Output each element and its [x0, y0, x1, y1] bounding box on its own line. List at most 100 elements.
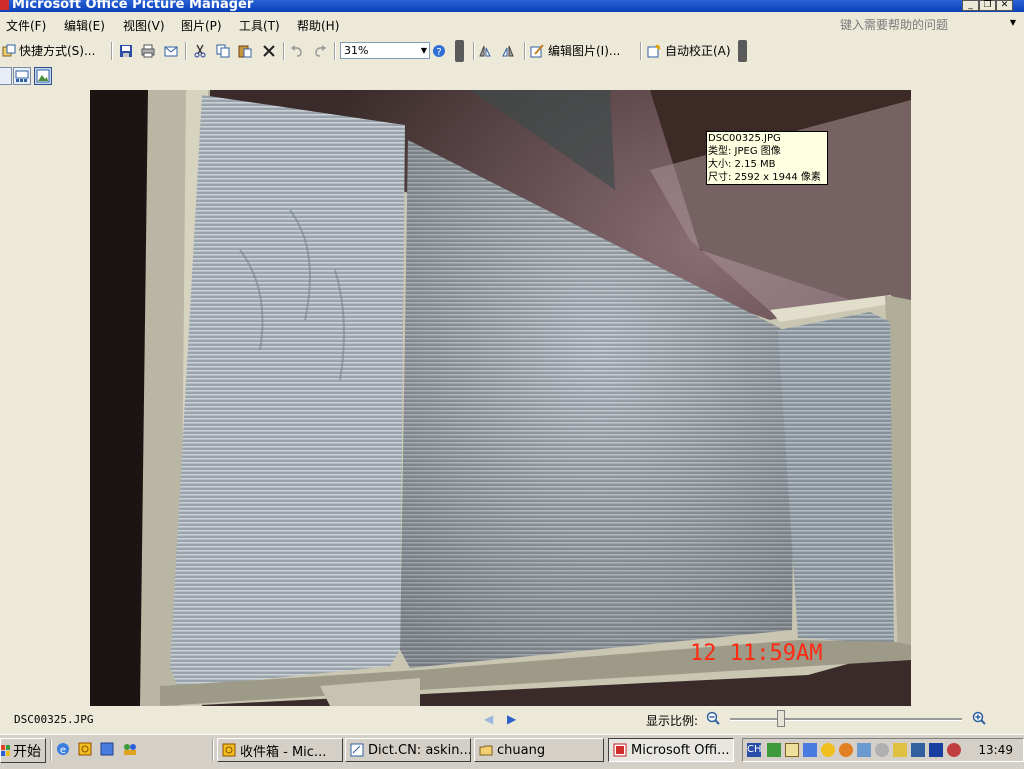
- chevron-down-icon[interactable]: ▼: [421, 43, 427, 58]
- help-question-box[interactable]: 键入需要帮助的问题 ▼: [840, 16, 1016, 33]
- outlook-icon[interactable]: [78, 742, 92, 756]
- toolbar-options-grip[interactable]: [455, 40, 464, 62]
- menu-help[interactable]: 帮助(H): [297, 17, 339, 34]
- internet-explorer-icon[interactable]: e: [56, 742, 70, 756]
- network-icon[interactable]: [767, 743, 781, 757]
- view-bar: [0, 64, 1024, 88]
- taskbar-separator: [212, 739, 214, 761]
- paste-icon: [238, 45, 252, 57]
- internet-explorer-icon: [350, 743, 364, 757]
- next-picture-icon[interactable]: ▶: [507, 712, 516, 726]
- menu-tools[interactable]: 工具(T): [239, 17, 280, 34]
- zoom-in-icon[interactable]: [972, 711, 987, 726]
- task-label: 收件箱 - Mic...: [240, 744, 327, 760]
- language-icon[interactable]: CH: [747, 743, 762, 757]
- redo-button[interactable]: [313, 42, 327, 59]
- task-chuang-folder[interactable]: chuang: [474, 738, 604, 762]
- zoom-out-icon[interactable]: [706, 711, 721, 726]
- undo-button[interactable]: [290, 42, 304, 59]
- zoom-value: 31%: [344, 44, 369, 57]
- email-button[interactable]: [164, 42, 178, 59]
- toolbar-separator: [473, 42, 475, 60]
- desktop-icon[interactable]: [100, 742, 114, 756]
- shortcuts-label: 快捷方式(S)...: [19, 44, 96, 58]
- clock[interactable]: 13:49: [978, 743, 1013, 757]
- filmstrip-view-button[interactable]: [13, 67, 31, 85]
- tooltip-size: 大小: 2.15 MB: [708, 159, 776, 170]
- task-label: Dict.CN: askin...: [368, 742, 471, 758]
- edit-pictures-button[interactable]: 编辑图片(I)...: [530, 42, 620, 59]
- tooltip-type: 类型: JPEG 图像: [708, 146, 781, 157]
- zoom-combo[interactable]: 31% ▼: [340, 42, 430, 59]
- toolbar-separator: [524, 42, 526, 60]
- svg-text:e: e: [60, 745, 66, 756]
- delete-x-icon: [263, 44, 275, 57]
- menu-picture[interactable]: 图片(P): [181, 17, 222, 34]
- help-question-placeholder: 键入需要帮助的问题: [840, 18, 949, 32]
- cut-button[interactable]: [193, 42, 207, 59]
- auto-correct-label: 自动校正(A): [665, 44, 731, 58]
- previous-picture-icon[interactable]: ◀: [484, 712, 493, 726]
- rotate-left-button[interactable]: [478, 42, 492, 59]
- menu-edit[interactable]: 编辑(E): [64, 17, 105, 34]
- picture-manager-app-icon: [0, 0, 9, 10]
- single-picture-icon: [36, 69, 50, 83]
- print-button[interactable]: [141, 42, 155, 59]
- shortcuts-button[interactable]: 快捷方式(S)...: [2, 42, 95, 59]
- delete-button[interactable]: [262, 42, 276, 59]
- monitor-icon[interactable]: [803, 743, 817, 757]
- security-icon[interactable]: [947, 743, 961, 757]
- rotate-right-button[interactable]: [501, 42, 515, 59]
- menu-view[interactable]: 视图(V): [123, 17, 165, 34]
- chevron-down-icon[interactable]: ▼: [1010, 18, 1016, 27]
- rotate-left-icon: [479, 45, 491, 56]
- display-icon[interactable]: [911, 743, 925, 757]
- minimize-button[interactable]: _: [962, 0, 979, 11]
- task-inbox[interactable]: 收件箱 - Mic...: [217, 738, 343, 762]
- zoom-slider-thumb[interactable]: [777, 710, 786, 727]
- task-dict[interactable]: Dict.CN: askin...: [345, 738, 471, 762]
- svg-text:?: ?: [436, 47, 441, 58]
- undo-icon: [291, 44, 302, 57]
- picture-canvas[interactable]: 12 11:59AM: [0, 88, 1024, 708]
- help-button[interactable]: ?: [432, 42, 446, 59]
- close-button[interactable]: ✕: [996, 0, 1013, 11]
- restore-button[interactable]: ❐: [979, 0, 996, 11]
- paste-button[interactable]: [238, 42, 252, 59]
- thumbnail-view-button[interactable]: [0, 67, 12, 85]
- menu-bar: 文件(F) 编辑(E) 视图(V) 图片(P) 工具(T) 帮助(H) 键入需要…: [0, 12, 1024, 38]
- copy-button[interactable]: [216, 42, 230, 59]
- single-picture-view-button[interactable]: [34, 67, 52, 85]
- system-tray: CH 13:49: [742, 738, 1024, 762]
- outlook-icon: [222, 743, 236, 757]
- messenger-icon[interactable]: [122, 742, 136, 756]
- toolbar-separator: [185, 42, 187, 60]
- edit-pictures-label: 编辑图片(I)...: [548, 44, 621, 58]
- computer-icon[interactable]: [929, 743, 943, 757]
- rotate-right-icon: [502, 45, 514, 56]
- antivirus-icon[interactable]: [839, 743, 853, 757]
- status-filename: DSC00325.JPG: [14, 713, 94, 726]
- mail-icon[interactable]: [785, 743, 799, 757]
- toolbar-separator: [640, 42, 642, 60]
- toolbar-separator: [283, 42, 285, 60]
- pen-icon[interactable]: [893, 743, 907, 757]
- auto-correct-button[interactable]: 自动校正(A): [647, 42, 731, 59]
- start-label: 开始: [13, 743, 41, 760]
- clock-app-icon[interactable]: [821, 743, 835, 757]
- edit-picture-icon: [530, 43, 544, 57]
- folder-icon: [479, 743, 493, 757]
- title-bar: Microsoft Office Picture Manager _ ❐ ✕: [0, 0, 1024, 12]
- copy-icon: [216, 44, 230, 57]
- save-button[interactable]: [119, 42, 133, 59]
- task-picture-manager[interactable]: Microsoft Offi...: [608, 738, 734, 762]
- toolbar-options-grip[interactable]: [738, 40, 747, 62]
- scissors-icon: [194, 44, 206, 57]
- picture-manager-icon: [613, 743, 627, 757]
- volume-icon[interactable]: [875, 743, 889, 757]
- menu-file[interactable]: 文件(F): [6, 17, 46, 34]
- bluetooth-icon[interactable]: [857, 743, 871, 757]
- start-button[interactable]: 开始: [0, 738, 46, 763]
- picture-info-tooltip: DSC00325.JPG 类型: JPEG 图像 大小: 2.15 MB 尺寸:…: [706, 131, 828, 185]
- zoom-slider-track[interactable]: [730, 718, 962, 721]
